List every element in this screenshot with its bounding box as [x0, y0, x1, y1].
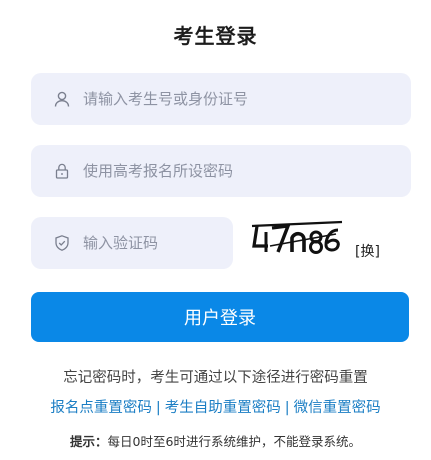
link-separator: |: [155, 400, 161, 416]
page-title: 考生登录: [173, 24, 258, 48]
maintenance-tip: 提示：每日0时至6时进行系统维护，不能登录系统。: [0, 431, 431, 450]
self-service-reset-link[interactable]: 考生自助重置密码: [165, 400, 281, 416]
password-field-container[interactable]: [31, 145, 411, 197]
user-icon: [53, 90, 71, 108]
captcha-input[interactable]: [83, 234, 203, 252]
reset-at-registration-point-link[interactable]: 报名点重置密码: [50, 400, 152, 416]
lock-icon: [53, 162, 71, 180]
username-field-container[interactable]: [31, 73, 411, 125]
login-button[interactable]: 用户登录: [31, 292, 409, 342]
username-input[interactable]: [83, 90, 363, 108]
captcha-image[interactable]: 47n86: [250, 218, 346, 258]
forgot-password-text: 忘记密码时，考生可通过以下途径进行密码重置: [63, 370, 368, 386]
shield-icon: [53, 234, 71, 252]
password-input[interactable]: [83, 162, 363, 180]
wechat-reset-link[interactable]: 微信重置密码: [294, 400, 381, 416]
captcha-field-container[interactable]: [31, 217, 233, 269]
refresh-captcha-link[interactable]: [换]: [355, 241, 380, 261]
reset-links: 报名点重置密码 | 考生自助重置密码 | 微信重置密码: [0, 396, 431, 417]
tip-text: 每日0时至6时进行系统维护，不能登录系统。: [107, 434, 361, 449]
link-separator: |: [284, 400, 290, 416]
tip-label: 提示：: [70, 434, 108, 449]
